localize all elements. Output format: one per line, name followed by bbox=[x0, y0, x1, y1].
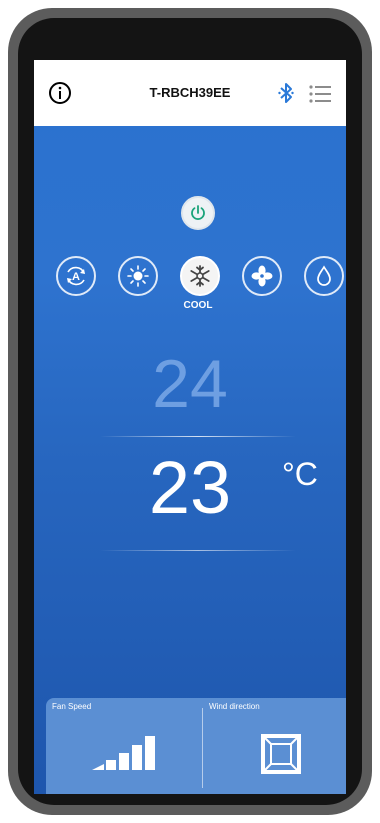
upper-divider bbox=[100, 436, 296, 437]
selected-mode-label: COOL bbox=[183, 300, 213, 311]
power-button[interactable] bbox=[181, 196, 215, 230]
setpoint-temperature[interactable]: 24 bbox=[34, 348, 346, 420]
list-menu-icon[interactable] bbox=[308, 84, 332, 104]
sun-icon bbox=[127, 265, 149, 287]
app-screen: T-RBCH39EE A COOL 24 23 °C Fan Speed Win… bbox=[34, 60, 346, 794]
fan-icon bbox=[251, 265, 273, 287]
fan-speed-bars-icon bbox=[92, 736, 155, 770]
wind-direction-control[interactable]: Wind direction bbox=[203, 698, 346, 794]
power-icon bbox=[191, 205, 205, 220]
auto-mode-icon: A bbox=[67, 266, 85, 286]
mode-cool-button[interactable] bbox=[180, 256, 220, 296]
snowflake-icon bbox=[190, 265, 210, 287]
mode-heat-button[interactable] bbox=[118, 256, 158, 296]
mode-fan-button[interactable] bbox=[242, 256, 282, 296]
fan-speed-control[interactable]: Fan Speed bbox=[46, 698, 202, 794]
control-panel: Fan Speed Wind direction bbox=[46, 698, 346, 794]
svg-text:A: A bbox=[72, 271, 80, 283]
mode-dry-button[interactable] bbox=[304, 256, 344, 296]
top-bar: T-RBCH39EE bbox=[34, 60, 346, 126]
mode-auto-button[interactable]: A bbox=[56, 256, 96, 296]
device-title: T-RBCH39EE bbox=[149, 85, 231, 100]
wind-direction-label: Wind direction bbox=[209, 702, 260, 711]
fan-speed-label: Fan Speed bbox=[52, 702, 92, 711]
bluetooth-icon[interactable] bbox=[278, 82, 294, 104]
temperature-unit: °C bbox=[282, 456, 318, 492]
lower-divider bbox=[100, 550, 296, 551]
phone-bezel: T-RBCH39EE A COOL 24 23 °C Fan Speed Win… bbox=[18, 18, 362, 805]
water-drop-icon bbox=[317, 265, 331, 286]
wind-direction-icon bbox=[261, 734, 301, 774]
